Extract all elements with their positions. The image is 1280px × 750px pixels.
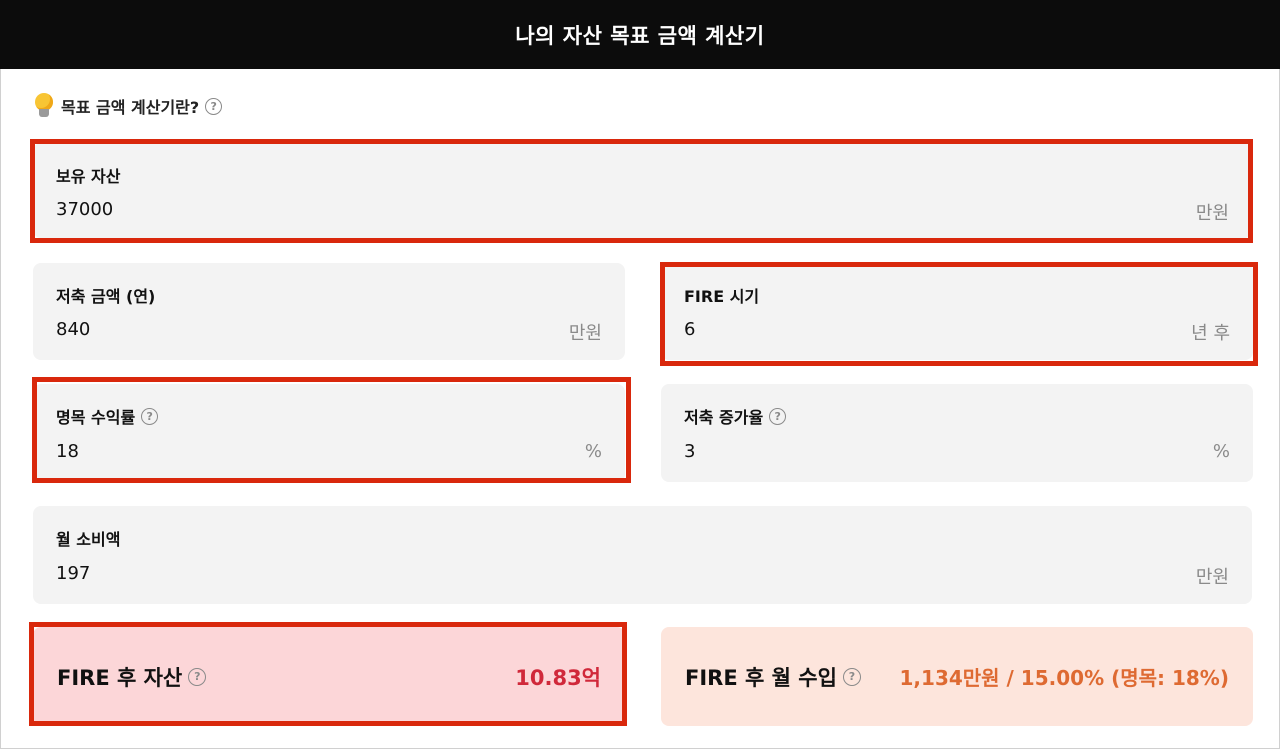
fire-income-label-wrap: FIRE 후 월 수입 ? bbox=[685, 662, 861, 692]
fire-timing-label: FIRE 시기 bbox=[684, 287, 760, 306]
monthly-spend-unit: 만원 bbox=[1195, 567, 1229, 588]
fire-timing-input[interactable]: 6 bbox=[684, 319, 695, 340]
fire-assets-label-wrap: FIRE 후 자산 ? bbox=[57, 662, 207, 692]
savings-growth-field[interactable]: 저축 증가율 ? 3 % bbox=[661, 384, 1253, 482]
nominal-return-input[interactable]: 18 bbox=[56, 441, 79, 462]
app-title: 나의 자산 목표 금액 계산기 bbox=[515, 23, 765, 48]
assets-unit: 만원 bbox=[1195, 203, 1229, 224]
nominal-return-field[interactable]: 명목 수익률 ? 18 % bbox=[33, 384, 625, 482]
help-icon[interactable]: ? bbox=[205, 97, 223, 115]
app-title-bar: 나의 자산 목표 금액 계산기 bbox=[0, 0, 1280, 69]
intro-link[interactable]: 목표 금액 계산기란? ? bbox=[33, 93, 223, 119]
help-icon[interactable]: ? bbox=[842, 667, 861, 686]
fire-income-result: FIRE 후 월 수입 ? 1,134만원 / 15.00% (명목: 18%) bbox=[661, 627, 1253, 726]
intro-text: 목표 금액 계산기란? bbox=[61, 98, 200, 117]
savings-field[interactable]: 저축 금액 (연) 840 만원 bbox=[33, 263, 625, 360]
savings-label: 저축 금액 (연) bbox=[56, 287, 156, 306]
nominal-return-label: 명목 수익률 bbox=[56, 408, 136, 427]
savings-growth-input[interactable]: 3 bbox=[684, 441, 695, 462]
fire-assets-result: FIRE 후 자산 ? 10.83억 bbox=[33, 627, 625, 726]
nominal-return-label-wrap: 명목 수익률 ? bbox=[56, 404, 159, 428]
fire-income-label: FIRE 후 월 수입 bbox=[685, 665, 837, 690]
fire-assets-label: FIRE 후 자산 bbox=[57, 665, 183, 690]
savings-input[interactable]: 840 bbox=[56, 319, 90, 340]
help-icon[interactable]: ? bbox=[188, 667, 207, 686]
fire-timing-field[interactable]: FIRE 시기 6 년 후 bbox=[661, 263, 1253, 360]
assets-input[interactable]: 37000 bbox=[56, 199, 113, 220]
monthly-spend-label: 월 소비액 bbox=[56, 530, 121, 549]
assets-label: 보유 자산 bbox=[56, 167, 121, 186]
savings-growth-label-wrap: 저축 증가율 ? bbox=[684, 404, 787, 428]
nominal-return-unit: % bbox=[584, 441, 602, 462]
fire-income-value: 1,134만원 / 15.00% (명목: 18%) bbox=[899, 666, 1229, 690]
monthly-spend-field[interactable]: 월 소비액 197 만원 bbox=[33, 506, 1252, 604]
fire-timing-unit: 년 후 bbox=[1191, 323, 1230, 344]
savings-unit: 만원 bbox=[568, 323, 602, 344]
monthly-spend-input[interactable]: 197 bbox=[56, 563, 90, 584]
lightbulb-icon bbox=[33, 93, 55, 119]
help-icon[interactable]: ? bbox=[769, 407, 787, 425]
savings-growth-unit: % bbox=[1212, 441, 1230, 462]
assets-field[interactable]: 보유 자산 37000 만원 bbox=[33, 143, 1252, 238]
fire-assets-value: 10.83억 bbox=[515, 665, 601, 690]
help-icon[interactable]: ? bbox=[141, 407, 159, 425]
savings-growth-label: 저축 증가율 bbox=[684, 408, 764, 427]
